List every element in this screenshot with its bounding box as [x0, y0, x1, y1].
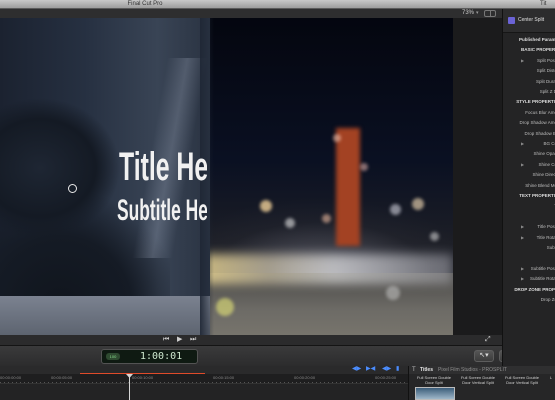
ruler-tick: 00:00:05:00 — [51, 375, 73, 380]
inspector-parameter[interactable]: Subti — [547, 245, 555, 251]
ruler-tick: 00:00:10:00 — [132, 375, 154, 380]
window-title-bar: Final Cut Pro Tit — [0, 0, 555, 9]
bridge-tower — [336, 128, 360, 246]
inspector-section-header: STYLE PROPERTIE — [516, 99, 555, 105]
disclosure-triangle-icon[interactable]: ▶ — [521, 266, 524, 272]
inspector-parameter[interactable]: Drop Shadow Amo — [519, 120, 555, 126]
skimming-icon[interactable]: ◀▶ — [352, 366, 361, 373]
bokeh-light — [386, 286, 400, 300]
inspector-parameter[interactable]: Split Posit — [537, 58, 555, 64]
title-item-label[interactable]: Full Screen Double Door Vertical Split — [502, 375, 542, 385]
inspector-parameter[interactable]: Split Diste — [537, 68, 555, 74]
zoom-dropdown-icon[interactable]: ▾ — [476, 10, 479, 16]
ruler-tick: 00:00:15:00 — [213, 375, 235, 380]
inspector-parameter[interactable]: Title Posit — [537, 224, 555, 230]
inspector-header: Center Split — [503, 9, 555, 33]
ruler-tick: 00:00:00:00 — [0, 375, 22, 380]
fullscreen-icon[interactable]: ⤢ — [485, 336, 491, 344]
bokeh-light — [360, 163, 368, 171]
disclosure-triangle-icon[interactable]: ▶ — [521, 276, 524, 282]
titles-browser: T Titles Pixel Film Studios - PROSPLIT F… — [408, 366, 555, 400]
timeline-toolbar: 100 1:00:01 ↖▾ ⟲▾ ▣ ▤ — [0, 345, 555, 366]
onscreen-center-control[interactable] — [68, 184, 77, 193]
disclosure-triangle-icon[interactable]: ▶ — [521, 224, 524, 230]
ruler-scale — [0, 382, 408, 383]
playhead[interactable] — [129, 374, 130, 400]
bokeh-light — [285, 218, 295, 228]
inspector-parameter[interactable]: BG Co — [543, 141, 555, 147]
inspector-parameter[interactable]: Shine Direct — [532, 172, 555, 178]
bokeh-light — [260, 200, 272, 212]
disclosure-triangle-icon[interactable]: ▶ — [521, 141, 524, 147]
inspector: Center Split Published Parame BASIC PROPE… — [502, 9, 555, 366]
inspector-parameter[interactable]: Split Durat — [536, 79, 555, 85]
browser-header: T Titles Pixel Film Studios - PROSPLIT — [409, 366, 555, 374]
bokeh-light — [412, 198, 424, 210]
bokeh-light — [216, 298, 234, 316]
title-item-label[interactable]: Full Screen Double Door Split — [414, 375, 454, 385]
inspector-section-header: TEXT PROPERTIE — [519, 193, 555, 198]
bokeh-light — [333, 134, 341, 142]
disclosure-triangle-icon[interactable]: ▶ — [521, 58, 524, 64]
inspector-window-title: Tit — [540, 1, 547, 7]
viewer-toolbar: 73% ▾ — [0, 9, 502, 18]
inspector-section-header: Published Parame — [518, 37, 555, 42]
previous-edit-icon[interactable]: ⏮ — [163, 336, 169, 344]
bokeh-light — [322, 214, 331, 223]
bokeh-light — [390, 204, 401, 215]
audio-skimming-icon[interactable]: ◀▶ — [382, 366, 391, 373]
view-options-icon[interactable] — [484, 10, 496, 17]
inspector-parameter[interactable]: Shine Blend Mo — [525, 183, 555, 189]
ruler-tick: 00:00:20:00 — [294, 375, 316, 380]
next-edit-icon[interactable]: ⏭ — [190, 336, 196, 344]
transport-bar: ⏮ ▶ ⏭ ⤢ — [0, 335, 502, 345]
title-overlay: Title Her Subtitle He — [0, 18, 207, 335]
inspector-parameter[interactable]: Split Z D — [540, 89, 555, 95]
title-text[interactable]: Title Her — [119, 145, 207, 190]
inspector-parameter[interactable]: Focus Blur Amo — [525, 110, 555, 116]
select-tool-button[interactable]: ↖▾ — [474, 350, 494, 362]
light-streaks — [190, 254, 453, 284]
inspector-parameter[interactable]: Title Rotat — [537, 235, 555, 241]
browser-category: Titles — [420, 367, 433, 373]
timeline-ruler[interactable]: 00:00:00:00 00:00:05:00 00:00:10:00 00:0… — [0, 374, 408, 384]
disclosure-triangle-icon[interactable]: ▶ — [521, 235, 524, 241]
snapping-icon[interactable]: ▶◀ — [366, 366, 375, 373]
timeline[interactable]: ◀▶ ▶◀ ◀▶ ▮ 00:00:00:00 00:00:05:00 00:00… — [0, 366, 408, 400]
titles-icon: T — [412, 367, 416, 373]
inspector-parameter[interactable]: Drop Zo — [541, 297, 555, 303]
inspector-parameter[interactable]: Shine Co — [538, 162, 555, 168]
inspector-section-header: BASIC PROPERT — [520, 47, 555, 53]
app-title: Final Cut Pro — [127, 1, 163, 7]
inspector-parameter[interactable]: Subtitle Posit — [531, 266, 555, 272]
timecode-display[interactable]: 100 1:00:01 — [101, 349, 198, 364]
title-item-label[interactable]: L — [546, 375, 555, 380]
timecode-value: 1:00:01 — [140, 351, 183, 362]
bokeh-light — [430, 232, 439, 241]
title-item-label[interactable]: Full Screen Double Door Vertical Split — [458, 375, 498, 385]
zoom-level[interactable]: 73% — [462, 10, 474, 16]
inspector-parameter[interactable]: Shine Opac — [533, 151, 555, 157]
play-icon[interactable]: ▶ — [177, 336, 182, 344]
inspector-title: Center Split — [518, 17, 545, 23]
solo-icon[interactable]: ▮ — [396, 366, 399, 373]
browser-subcategory[interactable]: Pixel Film Studios - PROSPLIT — [438, 366, 507, 374]
night-road-footage — [190, 18, 453, 335]
title-effect-icon — [508, 17, 515, 24]
inspector-parameter[interactable]: Subtitle Rotat — [530, 276, 555, 282]
title-thumbnail[interactable] — [415, 387, 455, 400]
disclosure-triangle-icon[interactable]: ▶ — [521, 162, 524, 168]
ruler-tick: 00:00:25:00 — [375, 375, 397, 380]
subtitle-text[interactable]: Subtitle He — [117, 194, 207, 228]
timecode-badge: 100 — [106, 353, 120, 360]
inspector-section-header: DROP ZONE PROPE — [514, 286, 555, 292]
inspector-parameter[interactable]: Drop Shadow Bl — [524, 131, 555, 137]
viewer[interactable]: Title Her Subtitle He — [0, 18, 453, 335]
